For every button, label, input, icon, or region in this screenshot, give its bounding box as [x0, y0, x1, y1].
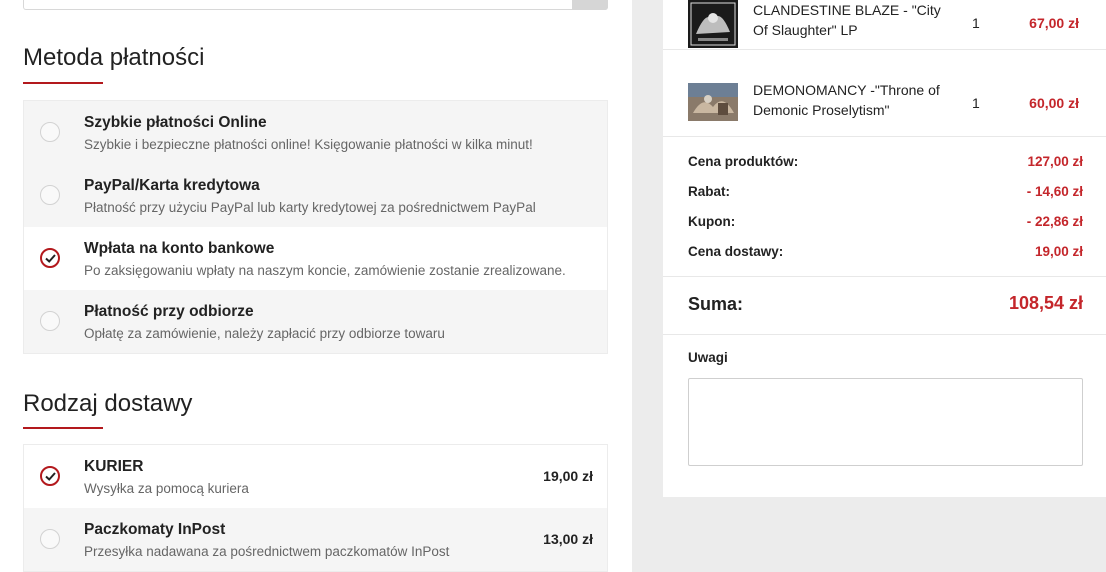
address-input-bottom-edge[interactable] [23, 0, 608, 10]
notes-label: Uwagi [688, 350, 728, 365]
summary-divider [663, 276, 1106, 277]
delivery-option-inpost[interactable]: Paczkomaty InPost Przesyłka nadawana za … [24, 508, 607, 571]
summary-value: - 22,86 zł [1026, 214, 1083, 229]
summary-label: Kupon: [688, 214, 736, 229]
delivery-option-price: 13,00 zł [543, 531, 593, 547]
radio-checked-icon[interactable] [40, 466, 60, 486]
payment-option-title: PayPal/Karta kredytowa [84, 177, 260, 194]
product-quantity: 1 [972, 95, 980, 111]
summary-row-discount: Rabat: - 14,60 zł [688, 184, 1083, 204]
delivery-option-title: Paczkomaty InPost [84, 521, 226, 538]
delivery-title-underline [23, 427, 103, 429]
delivery-option-courier[interactable]: KURIER Wysyłka za pomocą kuriera 19,00 z… [24, 445, 607, 508]
payment-option-bank-transfer[interactable]: Wpłata na konto bankowe Po zaksięgowaniu… [24, 227, 607, 290]
total-label: Suma: [688, 294, 744, 314]
radio-unchecked-icon[interactable] [40, 185, 60, 205]
cart-product-row: CLANDESTINE BLAZE - "City Of Slaughter" … [663, 0, 1106, 50]
checkout-left-column: Metoda płatności Szybkie płatności Onlin… [0, 0, 632, 572]
payment-option-paypal[interactable]: PayPal/Karta kredytowa Płatność przy uży… [24, 164, 607, 227]
payment-option-title: Wpłata na konto bankowe [84, 240, 275, 257]
radio-checked-icon[interactable] [40, 248, 60, 268]
payment-option-description: Szybkie i bezpieczne płatności online! K… [84, 137, 533, 152]
delivery-option-price: 19,00 zł [543, 468, 593, 484]
summary-label: Rabat: [688, 184, 731, 199]
radio-unchecked-icon[interactable] [40, 529, 60, 549]
product-cover-image [688, 0, 738, 48]
payment-option-description: Płatność przy użyciu PayPal lub karty kr… [84, 200, 536, 215]
product-price: 67,00 zł [1029, 15, 1079, 31]
summary-value: - 14,60 zł [1026, 184, 1083, 199]
product-price: 60,00 zł [1029, 95, 1079, 111]
delivery-option-title: KURIER [84, 458, 144, 475]
summary-row-shipping: Cena dostawy: 19,00 zł [688, 244, 1083, 264]
delivery-options-list: KURIER Wysyłka za pomocą kuriera 19,00 z… [23, 444, 608, 572]
product-cover-image [688, 83, 738, 121]
delivery-option-description: Wysyłka za pomocą kuriera [84, 481, 249, 496]
checkout-page: Metoda płatności Szybkie płatności Onlin… [0, 0, 1106, 572]
payment-option-description: Po zaksięgowaniu wpłaty na naszym koncie… [84, 263, 566, 278]
payment-option-cash-on-delivery[interactable]: Płatność przy odbiorze Opłatę za zamówie… [24, 290, 607, 353]
payment-option-description: Opłatę za zamówienie, należy zapłacić pr… [84, 326, 445, 341]
cart-product-row: DEMONOMANCY -"Throne of Demonic Proselyt… [663, 69, 1106, 137]
order-summary-panel: CLANDESTINE BLAZE - "City Of Slaughter" … [663, 0, 1106, 497]
total-divider [663, 334, 1106, 335]
radio-unchecked-icon[interactable] [40, 122, 60, 142]
product-name[interactable]: CLANDESTINE BLAZE - "City Of Slaughter" … [753, 0, 943, 40]
product-name[interactable]: DEMONOMANCY -"Throne of Demonic Proselyt… [753, 80, 943, 120]
summary-row-products: Cena produktów: 127,00 zł [688, 154, 1083, 174]
radio-unchecked-icon[interactable] [40, 311, 60, 331]
total-value: 108,54 zł [1008, 293, 1083, 313]
summary-value: 127,00 zł [1027, 154, 1083, 169]
payment-section-title: Metoda płatności [23, 44, 205, 71]
payment-option-online[interactable]: Szybkie płatności Online Szybkie i bezpi… [24, 101, 607, 164]
summary-label: Cena dostawy: [688, 244, 784, 259]
delivery-section-title: Rodzaj dostawy [23, 390, 193, 417]
product-quantity: 1 [972, 15, 980, 31]
summary-row-coupon: Kupon: - 22,86 zł [688, 214, 1083, 234]
delivery-option-description: Przesyłka nadawana za pośrednictwem pacz… [84, 544, 450, 559]
payment-title-underline [23, 82, 103, 84]
summary-value: 19,00 zł [1034, 244, 1083, 259]
address-input-button-edge[interactable] [572, 0, 608, 10]
payment-option-title: Płatność przy odbiorze [84, 303, 254, 320]
summary-label: Cena produktów: [688, 154, 799, 169]
notes-textarea[interactable] [688, 378, 1083, 466]
payment-option-title: Szybkie płatności Online [84, 114, 267, 131]
payment-options-list: Szybkie płatności Online Szybkie i bezpi… [23, 100, 608, 354]
